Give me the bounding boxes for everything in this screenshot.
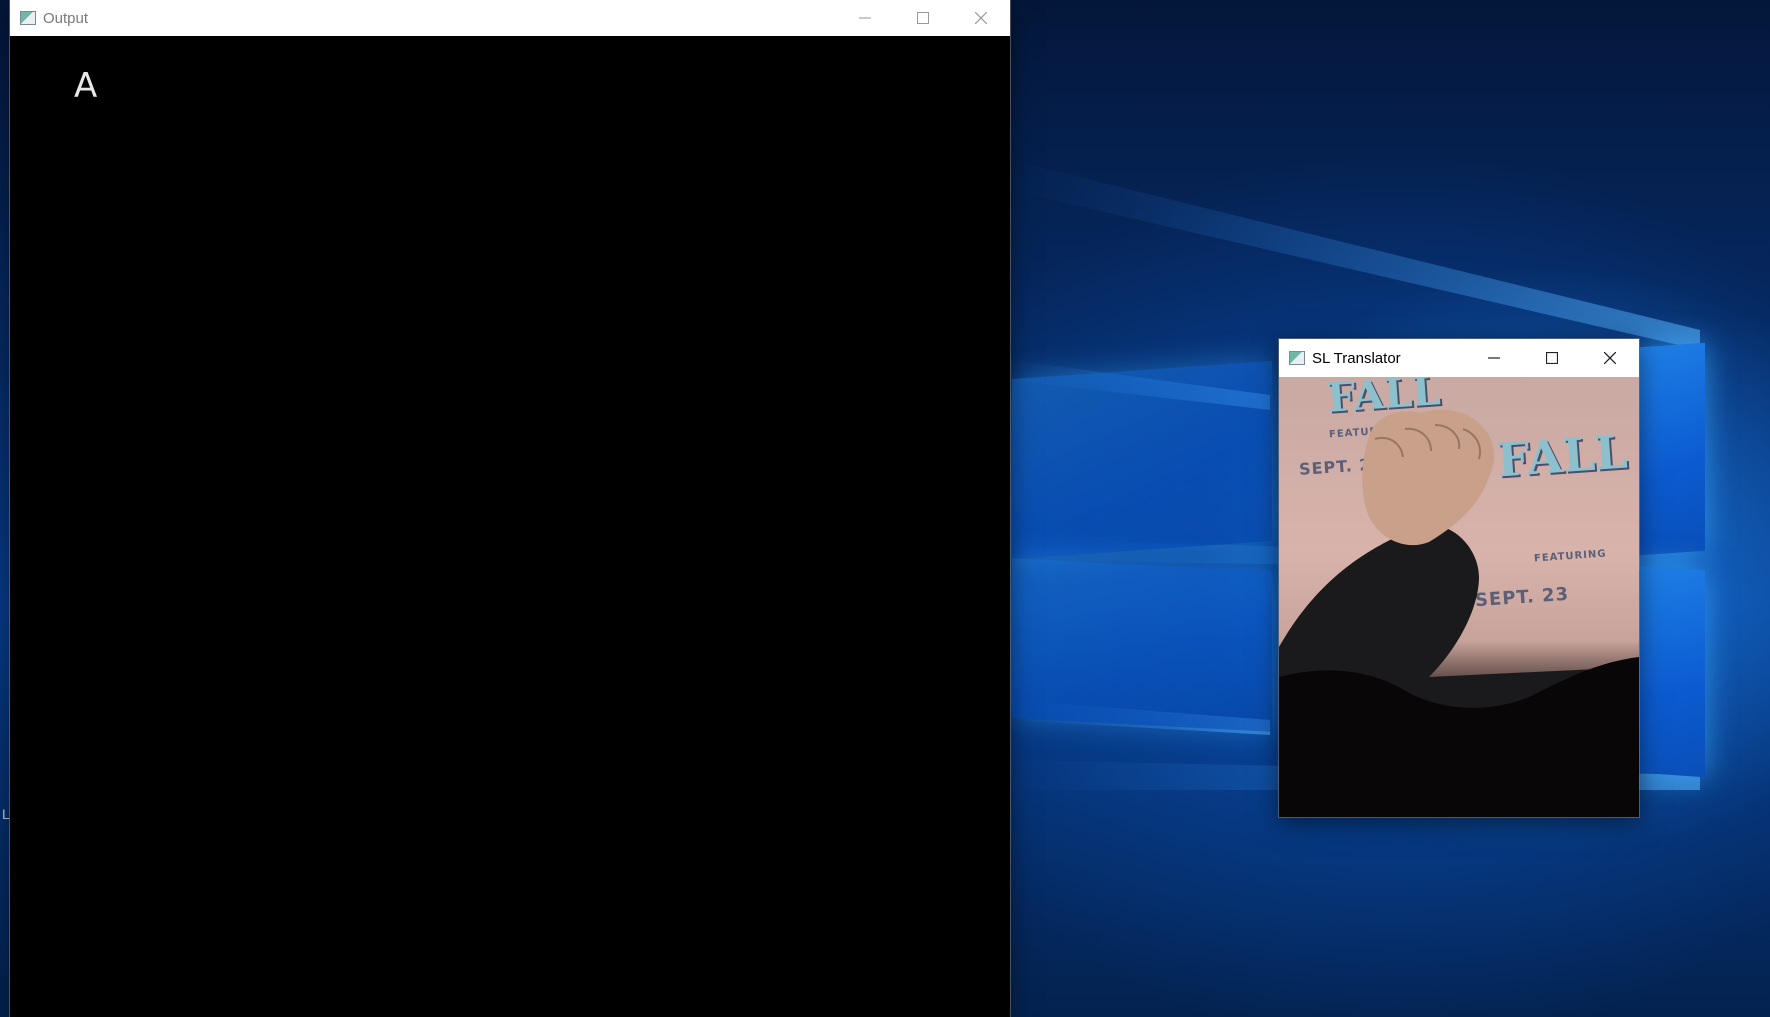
maximize-button[interactable] [1523,339,1581,377]
output-canvas: A [10,36,1010,1017]
minimize-icon [1488,357,1500,359]
output-window[interactable]: Output A [10,0,1010,1017]
minimize-button[interactable] [1465,339,1523,377]
maximize-icon [1546,352,1558,364]
maximize-icon [917,12,929,24]
sl-translator-titlebar[interactable]: SL Translator [1279,339,1639,377]
recognized-letter: A [74,66,99,106]
wallpaper-logo-pane-bottom-left [1012,558,1272,732]
minimize-button[interactable] [836,0,894,36]
sl-translator-window[interactable]: SL Translator FALL FALL FEATURING SEPT. … [1279,339,1639,817]
close-button[interactable] [952,0,1010,36]
hand-gesture-image [1279,409,1639,817]
wallpaper-logo-pane-top-right [1640,342,1705,556]
minimize-icon [859,17,871,19]
close-button[interactable] [1581,339,1639,377]
camera-feed: FALL FALL FEATURING SEPT. 23 FEATURING S… [1279,377,1639,817]
close-icon [1604,352,1616,364]
wallpaper-logo-pane-bottom-right [1640,565,1705,778]
maximize-button[interactable] [894,0,952,36]
output-titlebar[interactable]: Output [10,0,1010,36]
app-window-icon [20,11,36,25]
output-window-title: Output [43,9,89,27]
desktop-edge-text: L [2,806,10,822]
sl-translator-title: SL Translator [1312,349,1401,367]
app-window-icon [1289,351,1305,365]
wallpaper-logo-pane-top-left [1012,360,1272,560]
close-icon [975,12,987,24]
